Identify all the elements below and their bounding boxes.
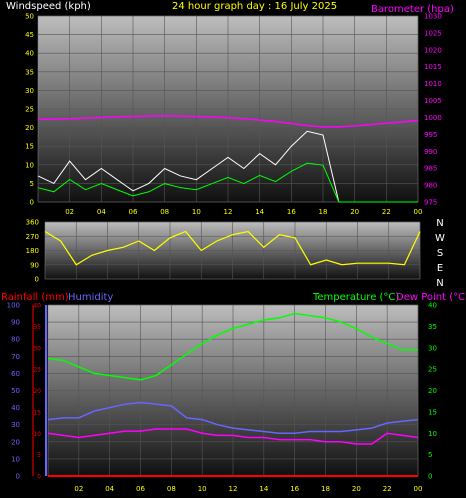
temp-tick-label: 20	[428, 387, 437, 395]
temp-x-tick-label: 12	[229, 485, 238, 493]
rainfall-tick-label: 15	[33, 409, 41, 416]
direction-tick-label: 270	[26, 233, 39, 241]
baro-tick-label: 980	[424, 182, 437, 190]
compass-label: E	[437, 263, 443, 274]
temp-tick-label: 5	[428, 451, 432, 459]
humidity-tick-label: 100	[7, 302, 20, 310]
baro-tick-label: 1010	[424, 80, 442, 88]
baro-tick-label: 1020	[424, 46, 442, 54]
wind-tick-label: 0	[30, 199, 34, 207]
baro-tick-label: 985	[424, 165, 437, 173]
temp-tick-label: 15	[428, 408, 437, 416]
wind-tick-label: 25	[25, 106, 34, 114]
direction-tick-label: 0	[35, 276, 39, 284]
wind-x-tick-label: 08	[160, 208, 169, 216]
humidity-tick-label: 20	[11, 438, 20, 446]
temp-x-tick-label: 08	[167, 485, 176, 493]
rainfall-tick-label: 5	[37, 452, 41, 459]
humidity-tick-label: 40	[11, 404, 20, 412]
baro-tick-label: 1025	[424, 29, 442, 37]
rainfall-tick-label: 30	[33, 345, 41, 352]
direction-tick-label: 180	[26, 247, 39, 255]
wind-tick-label: 35	[25, 68, 34, 76]
wind-x-tick-label: 02	[65, 208, 74, 216]
humidity-tick-label: 70	[11, 353, 20, 361]
wind-x-tick-label: 12	[224, 208, 233, 216]
humidity-tick-label: 60	[11, 370, 20, 378]
temp-x-tick-label: 06	[136, 485, 145, 493]
rainfall-tick-label: 0	[37, 474, 41, 481]
compass-label: W	[435, 233, 445, 244]
temp-tick-label: 35	[428, 323, 437, 331]
wind-tick-label: 5	[30, 180, 34, 188]
rainfall-tick-label: 40	[33, 303, 41, 310]
wind-x-tick-label: 22	[382, 208, 391, 216]
direction-tick-label: 360	[26, 219, 39, 227]
temp-tick-label: 10	[428, 430, 437, 438]
temp-x-tick-label: 00	[414, 485, 423, 493]
baro-tick-label: 990	[424, 148, 437, 156]
wind-x-tick-label: 16	[287, 208, 296, 216]
wind-x-tick-label: 18	[319, 208, 328, 216]
wind-tick-label: 50	[25, 13, 34, 21]
humidity-tick-label: 30	[11, 421, 20, 429]
baro-tick-label: 1015	[424, 63, 442, 71]
temp-x-tick-label: 02	[74, 485, 83, 493]
compass-label: S	[437, 248, 443, 259]
humidity-tick-label: 10	[11, 455, 20, 463]
wind-tick-label: 15	[25, 143, 34, 151]
temp-x-tick-label: 22	[383, 485, 392, 493]
rainfall-tick-label: 35	[33, 324, 41, 331]
temperature-title: Temperature (°C)	[312, 292, 399, 303]
baro-tick-label: 995	[424, 131, 437, 139]
rainfall-tick-label: 25	[33, 367, 41, 374]
wind-x-tick-label: 06	[129, 208, 138, 216]
wind-x-tick-label: 04	[97, 208, 106, 216]
rainfall-tick-label: 20	[33, 388, 41, 395]
wind-x-tick-label: 14	[255, 208, 264, 216]
wind-x-tick-label: 10	[192, 208, 201, 216]
wind-tick-label: 40	[25, 50, 34, 58]
temp-x-tick-label: 14	[259, 485, 268, 493]
humidity-tick-label: 0	[16, 473, 20, 481]
humidity-title: Humidity	[68, 292, 113, 303]
windspeed-title: Windspeed (kph)	[6, 1, 91, 12]
humidity-tick-label: 80	[11, 336, 20, 344]
temp-x-tick-label: 20	[352, 485, 361, 493]
humidity-tick-label: 90	[11, 319, 20, 327]
direction-tick-label: 90	[30, 261, 39, 269]
humidity-tick-label: 50	[11, 387, 20, 395]
baro-tick-label: 1000	[424, 114, 442, 122]
temp-tick-label: 25	[428, 366, 437, 374]
baro-tick-label: 975	[424, 199, 437, 207]
temp-x-tick-label: 04	[105, 485, 114, 493]
rainfall-tick-label: 10	[33, 431, 41, 438]
compass-label: N	[436, 278, 443, 289]
temp-tick-label: 0	[428, 473, 432, 481]
temp-tick-label: 30	[428, 344, 437, 352]
temp-x-tick-label: 10	[198, 485, 207, 493]
wind-tick-label: 20	[25, 124, 34, 132]
wind-tick-label: 45	[25, 31, 34, 39]
weather-graphs: Windspeed (kph) 24 hour graph day : 16 J…	[1, 1, 466, 493]
baro-tick-label: 1005	[424, 97, 442, 105]
graph-date-title: 24 hour graph day : 16 July 2025	[172, 1, 337, 12]
temp-x-tick-label: 18	[321, 485, 330, 493]
wind-x-tick-label: 20	[350, 208, 359, 216]
wind-tick-label: 30	[25, 87, 34, 95]
temp-tick-label: 40	[428, 302, 437, 310]
compass-label: N	[436, 218, 443, 229]
wind-x-tick-label: 00	[414, 208, 423, 216]
wind-tick-label: 10	[25, 161, 34, 169]
baro-tick-label: 1030	[424, 13, 442, 21]
temp-x-tick-label: 16	[290, 485, 299, 493]
